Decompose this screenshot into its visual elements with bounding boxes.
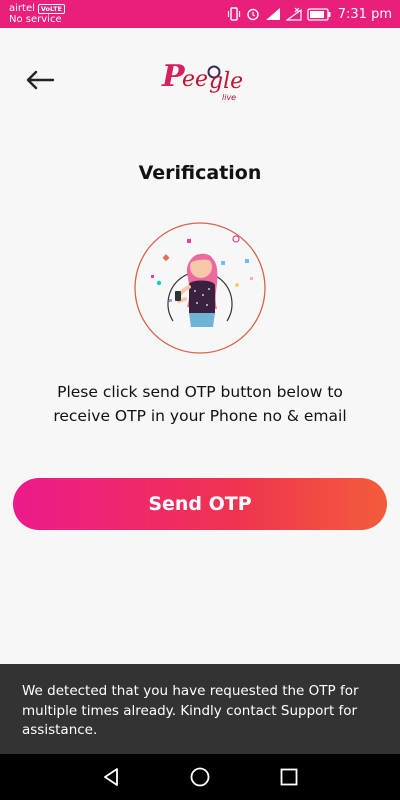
send-otp-button[interactable]: Send OTP — [13, 478, 387, 530]
signal-icon — [265, 7, 281, 21]
instruction-text: Plese click send OTP button below to rec… — [53, 383, 347, 425]
back-button[interactable] — [22, 64, 58, 96]
status-icons: 7:31 pm — [227, 5, 392, 23]
page-title: Verification — [138, 162, 262, 184]
nav-home-button[interactable] — [189, 766, 211, 788]
clock: 7:31 pm — [337, 6, 392, 22]
nav-recents-button[interactable] — [278, 766, 300, 788]
verification-illustration — [133, 221, 267, 355]
svg-text:ee: ee — [182, 67, 208, 92]
home-circle-icon — [190, 767, 210, 787]
carrier-info: airtel VoLTE No service — [9, 3, 65, 25]
back-triangle-icon — [104, 768, 118, 786]
snackbar-message: We detected that you have requested the … — [22, 683, 359, 738]
svg-text:gle: gle — [209, 69, 242, 94]
carrier-name: airtel — [9, 3, 35, 14]
status-bar: airtel VoLTE No service 7:31 pm — [0, 0, 400, 28]
snackbar: We detected that you have requested the … — [0, 664, 400, 754]
recents-square-icon — [280, 768, 298, 786]
battery-icon — [307, 7, 331, 21]
volte-badge: VoLTE — [37, 3, 65, 14]
no-signal-icon — [285, 7, 302, 21]
system-nav-bar — [0, 754, 400, 800]
nav-back-button[interactable] — [100, 766, 122, 788]
svg-text:live: live — [222, 93, 236, 102]
app-logo: P ee gle live — [160, 56, 243, 104]
service-status: No service — [9, 14, 62, 25]
alarm-icon — [246, 7, 260, 21]
arrow-left-icon — [26, 70, 55, 90]
vibrate-icon — [227, 7, 241, 21]
